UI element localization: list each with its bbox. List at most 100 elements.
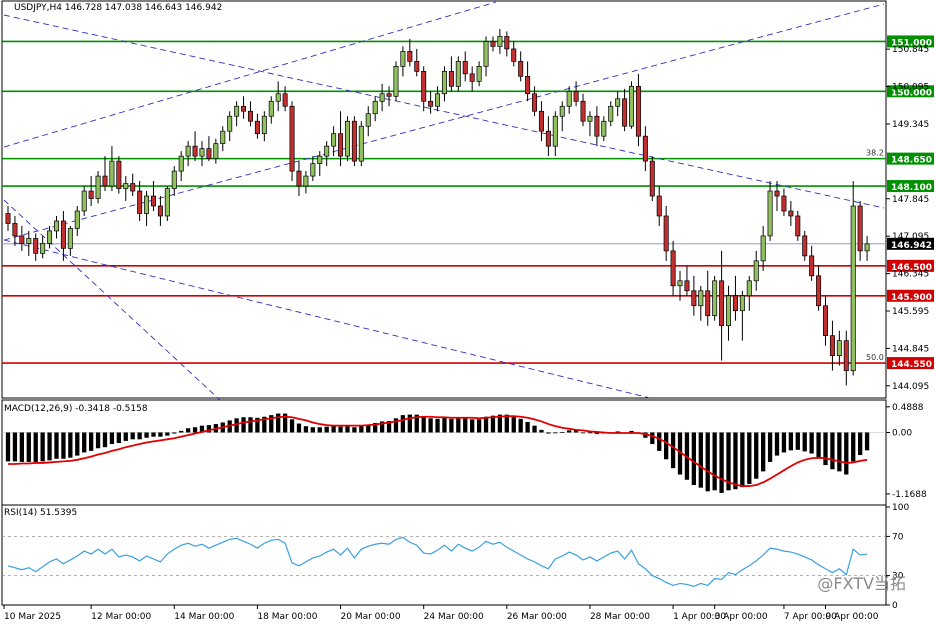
macd-bar <box>740 432 745 488</box>
candle-body <box>497 36 503 47</box>
macd-bar <box>172 432 177 434</box>
macd-bar <box>75 432 80 456</box>
macd-bar <box>587 432 593 434</box>
macd-bar <box>116 432 121 443</box>
candle-body <box>441 71 447 95</box>
candle-body <box>732 295 738 312</box>
macd-bar <box>816 432 821 459</box>
candle-body <box>545 130 551 147</box>
candle-body <box>726 295 732 327</box>
macd-bar <box>33 432 38 462</box>
macd-values: -0.3418 -0.5158 <box>75 404 148 414</box>
macd-tick-label: 0.00 <box>892 428 912 438</box>
candle-body <box>684 280 690 292</box>
macd-tick-label: 0.4888 <box>892 403 924 413</box>
macd-label: MACD(12,26,9) <box>4 404 73 414</box>
macd-bar <box>560 431 565 433</box>
macd-bar <box>137 432 142 440</box>
macd-bar <box>442 417 447 433</box>
rsi-tick-label: 70 <box>892 532 904 542</box>
candle-body <box>372 100 378 115</box>
macd-bar <box>185 428 191 433</box>
candle-body <box>150 195 156 207</box>
macd-bar <box>511 416 516 433</box>
candle-body <box>5 213 11 224</box>
candle-body <box>622 98 628 127</box>
macd-bar <box>289 419 295 433</box>
candle-body <box>33 238 39 254</box>
candle-body <box>774 190 780 197</box>
candle-body <box>81 190 87 212</box>
candle-body <box>241 105 247 112</box>
candle-body <box>850 205 856 371</box>
macd-bar <box>130 432 135 440</box>
candle-body <box>351 120 357 162</box>
candle-body <box>303 175 309 187</box>
macd-bar <box>518 418 523 433</box>
macd-bar <box>317 427 322 433</box>
macd-bar <box>857 432 863 456</box>
candle-body <box>88 190 94 199</box>
macd-bar <box>670 432 676 469</box>
candle-body <box>476 66 482 82</box>
time-tick-label: 9 Apr 00:00 <box>826 612 879 622</box>
candle-body <box>538 110 544 132</box>
macd-bar <box>234 418 239 433</box>
candle-body <box>275 93 281 102</box>
macd-bar <box>338 426 343 433</box>
candle-body <box>282 93 288 107</box>
macd-bar <box>82 432 87 453</box>
price-tick-label: 150.095 <box>892 83 929 93</box>
candle-body <box>691 290 697 307</box>
macd-bar <box>179 430 184 433</box>
candle-body <box>511 48 517 62</box>
candle-body <box>843 340 849 371</box>
candle-body <box>331 133 337 147</box>
macd-bar <box>788 432 794 451</box>
candle-body <box>719 280 725 327</box>
candle-body <box>379 93 385 102</box>
candle-body <box>649 160 655 197</box>
chart-root: 38.2 50.0 151.000 150.000 148.650 148.100 146… <box>0 0 936 624</box>
macd-bar <box>546 432 551 434</box>
candle-body <box>670 250 676 287</box>
candle-body <box>781 195 787 212</box>
price-tick-label: 144.095 <box>892 382 929 392</box>
candle-body <box>864 243 870 252</box>
price-tick-label: 149.345 <box>892 120 929 130</box>
candle-body <box>178 155 184 172</box>
chart-header: USDJPY,H4 146.728 147.038 146.643 146.94… <box>14 3 222 13</box>
macd-bar <box>864 432 870 451</box>
macd-bar <box>851 432 856 462</box>
time-tick-label: 28 Mar 00:00 <box>590 612 650 622</box>
macd-bar <box>795 432 800 450</box>
fib-label: 50.0 <box>866 353 884 362</box>
rsi-value: 51.5395 <box>39 508 78 518</box>
candle-body <box>365 113 371 127</box>
candle-body <box>809 255 815 277</box>
candle-body <box>164 188 170 217</box>
candle-body <box>137 190 143 214</box>
candle-body <box>247 110 253 122</box>
macd-bar <box>324 426 329 433</box>
macd-bar <box>192 427 198 433</box>
candle-body <box>324 145 330 157</box>
macd-bar <box>88 432 94 451</box>
macd-bar <box>664 432 669 460</box>
macd-bar <box>761 432 766 472</box>
macd-bar <box>580 432 586 434</box>
candle-body <box>483 41 489 67</box>
candle-body <box>67 228 73 249</box>
candle-body <box>525 75 531 95</box>
candle-body <box>289 105 295 172</box>
macd-bar <box>698 432 703 488</box>
macd-bar <box>26 432 31 462</box>
macd-bar <box>844 432 849 475</box>
macd-bar <box>657 432 662 451</box>
candle-body <box>566 90 572 107</box>
macd-bar <box>421 416 426 433</box>
rsi-label: RSI(14) <box>4 508 38 518</box>
candle-body <box>199 148 205 157</box>
macd-bar <box>470 419 475 433</box>
candle-body <box>746 280 752 297</box>
